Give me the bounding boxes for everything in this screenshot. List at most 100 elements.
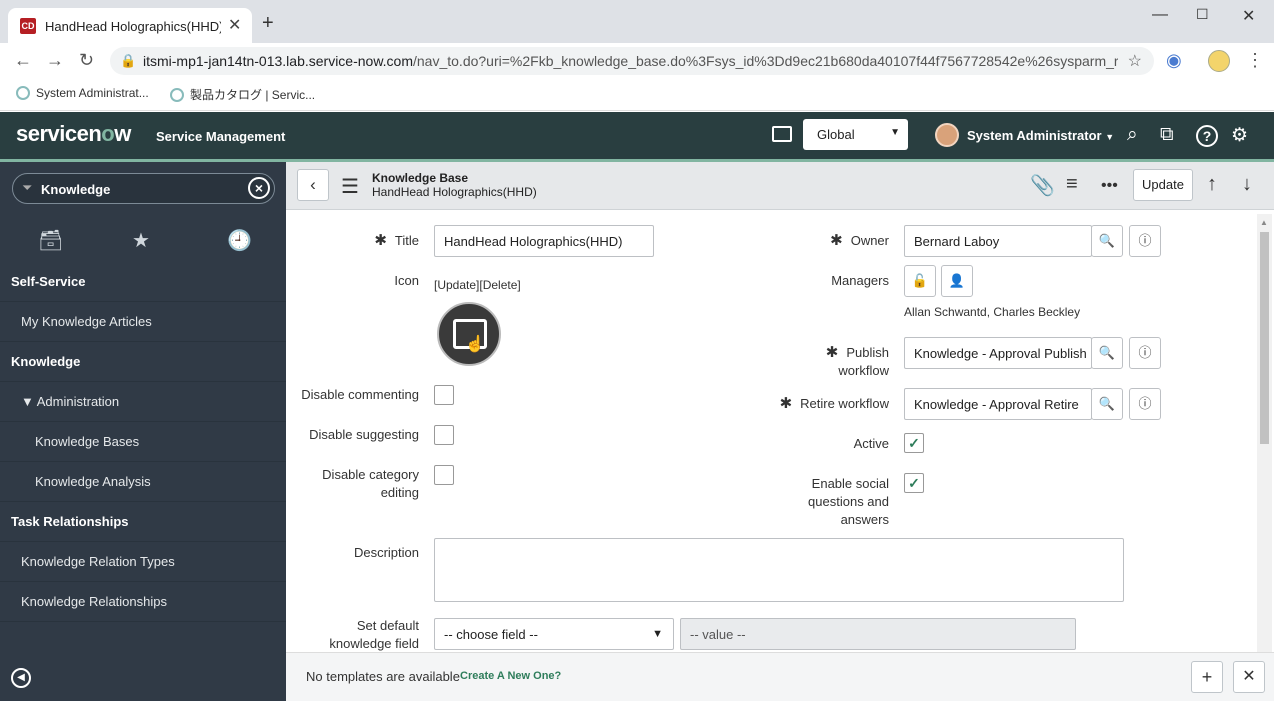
enable-social-qa-checkbox[interactable]: ✓ xyxy=(904,473,924,493)
managers-value: Allan Schwantd, Charles Beckley xyxy=(904,305,1081,319)
disable-commenting-checkbox[interactable] xyxy=(434,385,454,405)
disable-category-editing-checkbox[interactable] xyxy=(434,465,454,485)
template-bar: No templates are available Create A New … xyxy=(286,652,1274,701)
next-record-icon[interactable]: ↓ xyxy=(1242,173,1252,196)
maximize-icon[interactable]: ☐ xyxy=(1196,6,1209,23)
disable-suggesting-checkbox[interactable] xyxy=(434,425,454,445)
bookmark-star-icon[interactable]: ☆ xyxy=(1128,51,1142,71)
url-host: itsmi-mp1-jan14tn-013.lab.service-now.co… xyxy=(143,53,413,69)
scope-picker-icon[interactable] xyxy=(772,126,792,142)
publish-workflow-label: ✱ Publish workflow xyxy=(825,344,889,378)
publish-workflow-info-button[interactable]: ⓘ xyxy=(1129,337,1161,369)
close-icon: ✕ xyxy=(1242,668,1256,685)
retire-workflow-lookup-button[interactable]: 🔍 xyxy=(1091,388,1123,420)
form-scrollbar[interactable]: ▲ xyxy=(1257,214,1272,654)
choose-field-select[interactable]: -- choose field -- ▼ xyxy=(434,618,674,650)
required-icon: ✱ xyxy=(374,232,387,249)
value-input[interactable]: -- value -- xyxy=(680,618,1076,650)
retire-workflow-info-button[interactable]: ⓘ xyxy=(1129,388,1161,420)
publish-workflow-input[interactable]: Knowledge - Approval Publish xyxy=(904,337,1092,369)
collapse-navigator-icon[interactable]: ◀ xyxy=(11,668,31,688)
favorites-star-icon[interactable]: ★ xyxy=(132,228,150,253)
forward-arrow-icon[interactable]: → xyxy=(46,50,64,71)
scrollbar-thumb[interactable] xyxy=(1260,232,1269,444)
back-button[interactable]: ‹ xyxy=(297,169,329,201)
application-navigator: ⏷ Knowledge × 🗃 ★ 🕘 Self-Service My Know… xyxy=(0,162,286,701)
nav-group-administration[interactable]: ▼ Administration xyxy=(0,382,286,422)
plus-icon: + xyxy=(1201,667,1213,687)
minimize-icon[interactable]: — xyxy=(1152,6,1168,24)
required-icon: ✱ xyxy=(830,232,843,249)
nav-section-task-relationships[interactable]: Task Relationships xyxy=(0,502,286,542)
nav-section-knowledge[interactable]: Knowledge xyxy=(0,342,286,382)
personalize-form-icon[interactable]: ≡ xyxy=(1066,173,1078,196)
close-template-bar-button[interactable]: ✕ xyxy=(1233,661,1265,693)
bookmark-system-admin[interactable]: System Administrat... xyxy=(16,86,149,100)
scroll-up-icon[interactable]: ▲ xyxy=(1260,218,1268,227)
owner-info-button[interactable]: ⓘ xyxy=(1129,225,1161,257)
managers-lock-button[interactable]: 🔓 xyxy=(904,265,936,297)
caret-down-icon: ▼ xyxy=(1105,132,1115,142)
retire-workflow-input[interactable]: Knowledge - Approval Retire xyxy=(904,388,1092,420)
attachment-icon[interactable]: 📎 xyxy=(1030,173,1055,198)
user-menu[interactable]: System Administrator ▼ xyxy=(967,128,1114,143)
search-icon: 🔍 xyxy=(1098,345,1116,360)
bookmark-favicon-icon xyxy=(170,88,184,102)
help-icon[interactable]: ? xyxy=(1196,125,1218,147)
owner-lookup-button[interactable]: 🔍 xyxy=(1091,225,1123,257)
form-context-menu-icon[interactable]: ☰ xyxy=(341,174,359,199)
navigator-list: Self-Service My Knowledge Articles Knowl… xyxy=(0,262,286,622)
reload-icon[interactable]: ↻ xyxy=(79,50,94,71)
update-button[interactable]: Update xyxy=(1133,169,1193,201)
owner-input[interactable]: Bernard Laboy xyxy=(904,225,1092,257)
info-icon: ⓘ xyxy=(1138,396,1152,411)
browser-menu-icon[interactable]: ⋮ xyxy=(1246,50,1264,71)
close-tab-icon[interactable]: ✕ xyxy=(228,15,241,35)
search-icon: 🔍 xyxy=(1098,396,1116,411)
browser-tab[interactable]: CD HandHead Holographics(HHD) | Kn ✕ xyxy=(8,8,252,43)
active-checkbox[interactable]: ✓ xyxy=(904,433,924,453)
clear-filter-icon[interactable]: × xyxy=(248,177,270,199)
knowledge-base-icon-image: ☝ xyxy=(437,302,501,366)
icon-update-delete-links[interactable]: [Update][Delete] xyxy=(434,278,521,292)
nav-item-knowledge-relation-types[interactable]: Knowledge Relation Types xyxy=(0,542,286,582)
search-icon[interactable]: ⌕ xyxy=(1127,124,1138,146)
checkmark-icon: ✓ xyxy=(908,435,920,451)
nav-item-knowledge-analysis[interactable]: Knowledge Analysis xyxy=(0,462,286,502)
scope-select[interactable]: Global ▼ xyxy=(803,119,908,150)
nav-item-knowledge-relationships[interactable]: Knowledge Relationships xyxy=(0,582,286,622)
favicon-icon: CD xyxy=(20,18,36,34)
caret-down-icon: ▼ xyxy=(652,628,663,640)
connect-chat-icon[interactable]: ⧉ xyxy=(1160,124,1174,146)
previous-record-icon[interactable]: ↑ xyxy=(1207,173,1217,196)
caret-down-icon: ▼ xyxy=(890,127,900,138)
required-icon: ✱ xyxy=(779,395,793,412)
new-tab-icon[interactable]: + xyxy=(262,12,274,35)
create-template-link[interactable]: Create A New One? xyxy=(460,670,561,682)
add-template-button[interactable]: + xyxy=(1191,661,1223,693)
user-avatar[interactable] xyxy=(935,123,959,147)
history-clock-icon[interactable]: 🕘 xyxy=(227,228,252,253)
app-header: servicenow Service Management Global ▼ Sy… xyxy=(0,112,1274,159)
window-close-icon[interactable]: ✕ xyxy=(1242,6,1255,26)
managers-add-me-button[interactable]: 👤 xyxy=(941,265,973,297)
extension-icon[interactable]: ◉ xyxy=(1166,50,1182,71)
navigator-filter-input[interactable]: ⏷ Knowledge × xyxy=(12,173,275,204)
search-icon: 🔍 xyxy=(1098,233,1116,248)
title-input[interactable]: HandHead Holographics(HHD) xyxy=(434,225,654,257)
nav-item-knowledge-bases[interactable]: Knowledge Bases xyxy=(0,422,286,462)
gear-icon[interactable]: ⚙ xyxy=(1231,124,1248,147)
all-apps-icon[interactable]: 🗃 xyxy=(38,228,63,253)
add-user-icon: 👤 xyxy=(948,273,966,288)
servicenow-logo[interactable]: servicenow xyxy=(16,121,131,147)
nav-item-my-knowledge-articles[interactable]: My Knowledge Articles xyxy=(0,302,286,342)
profile-avatar-icon[interactable] xyxy=(1208,50,1230,72)
publish-workflow-lookup-button[interactable]: 🔍 xyxy=(1091,337,1123,369)
url-input[interactable]: 🔒 itsmi-mp1-jan14tn-013.lab.service-now.… xyxy=(110,47,1154,75)
title-label: ✱ Title xyxy=(374,232,419,249)
bookmark-catalog[interactable]: 製品カタログ | Servic... xyxy=(170,86,315,103)
more-options-icon[interactable]: ••• xyxy=(1101,177,1118,195)
back-arrow-icon[interactable]: ← xyxy=(14,50,32,71)
description-textarea[interactable] xyxy=(434,538,1124,602)
nav-section-self-service[interactable]: Self-Service xyxy=(0,262,286,302)
